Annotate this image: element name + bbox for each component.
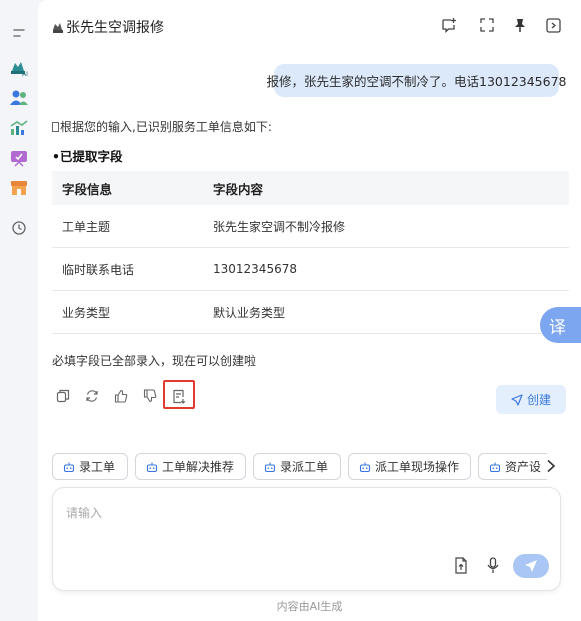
quick-action-chip[interactable]: 录工单	[52, 453, 128, 480]
regenerate-icon[interactable]	[83, 387, 101, 405]
quick-action-label: 工单解决推荐	[162, 460, 235, 474]
message-input-placeholder[interactable]: 请输入	[66, 504, 102, 521]
create-button[interactable]: 创建	[496, 385, 566, 414]
presentation-icon[interactable]	[8, 147, 30, 169]
field-name: 业务类型	[62, 305, 111, 320]
save-note-icon[interactable]	[170, 387, 188, 405]
svg-text:AI: AI	[22, 71, 28, 77]
fields-table: 字段信息 字段内容 工单主题 张先生家空调不制冷报修 临时联系电话 130123…	[52, 171, 569, 334]
placeholder-glyph-icon	[52, 122, 59, 132]
upload-file-icon[interactable]	[451, 554, 471, 576]
table-row: 工单主题 张先生家空调不制冷报修	[52, 205, 569, 248]
robot-icon	[359, 461, 371, 473]
thumbs-up-icon[interactable]	[112, 387, 130, 405]
chat-panel: 张先生空调报修 报修，张先生家的空调不制冷了。电话13012345678 根据您…	[38, 0, 581, 621]
extracted-fields-heading: •已提取字段	[52, 149, 123, 164]
quick-action-label: 录工单	[79, 460, 116, 474]
table-row: 临时联系电话 13012345678	[52, 248, 569, 291]
contacts-icon[interactable]	[8, 87, 30, 109]
title-logo-icon	[52, 21, 66, 38]
statistics-icon[interactable]	[8, 117, 30, 139]
new-chat-icon[interactable]	[440, 16, 458, 34]
microphone-icon[interactable]	[483, 554, 503, 576]
history-icon[interactable]	[8, 217, 30, 239]
sidebar: AI	[0, 0, 38, 621]
user-message-bubble: 报修，张先生家的空调不制冷了。电话13012345678	[267, 64, 567, 97]
robot-icon	[489, 461, 501, 473]
header-field-info: 字段信息	[62, 181, 113, 197]
collapse-panel-icon[interactable]	[544, 16, 562, 34]
message-input-box[interactable]: 请输入	[52, 487, 561, 591]
ai-disclaimer: 内容由AI生成	[276, 600, 343, 613]
assistant-intro-text: 根据您的输入,已识别服务工单信息如下:	[60, 120, 272, 134]
quick-action-chip[interactable]: 资产设	[478, 453, 547, 480]
quick-action-chip[interactable]: 录派工单	[253, 453, 341, 480]
field-name: 工单主题	[62, 219, 111, 234]
robot-icon	[264, 461, 276, 473]
send-arrow-icon	[511, 393, 523, 406]
translate-button[interactable]: 译	[540, 307, 581, 343]
quick-action-chip[interactable]: 派工单现场操作	[348, 453, 471, 480]
field-value: 13012345678	[213, 262, 297, 276]
quick-action-label: 资产设	[505, 460, 542, 474]
header-field-content: 字段内容	[213, 181, 264, 197]
fullscreen-icon[interactable]	[478, 16, 496, 34]
field-value: 张先生家空调不制冷报修	[213, 219, 346, 234]
assistant-intro: 根据您的输入,已识别服务工单信息如下:	[52, 118, 272, 135]
ai-assistant-icon[interactable]: AI	[8, 57, 30, 79]
table-header: 字段信息 字段内容	[52, 171, 569, 205]
quick-action-chip[interactable]: 工单解决推荐	[135, 453, 246, 480]
quick-actions: 录工单 工单解决推荐 录派工单 派工单现场操作 资产设	[52, 453, 547, 480]
robot-icon	[63, 461, 75, 473]
robot-icon	[146, 461, 158, 473]
page-title: 张先生空调报修	[52, 17, 164, 38]
pin-icon[interactable]	[511, 16, 529, 34]
title-text: 张先生空调报修	[66, 20, 164, 36]
field-name: 临时联系电话	[62, 262, 135, 277]
quick-action-label: 录派工单	[280, 460, 329, 474]
completion-note: 必填字段已全部录入，现在可以创建啦	[52, 354, 257, 368]
quick-action-label: 派工单现场操作	[375, 460, 460, 474]
table-row: 业务类型 默认业务类型	[52, 291, 569, 334]
send-button[interactable]	[513, 554, 549, 578]
chevron-right-icon[interactable]	[542, 456, 560, 476]
copy-icon[interactable]	[54, 387, 72, 405]
menu-toggle-icon[interactable]	[8, 22, 30, 44]
create-label: 创建	[526, 393, 551, 407]
field-value: 默认业务类型	[213, 305, 286, 320]
store-icon[interactable]	[8, 177, 30, 199]
thumbs-down-icon[interactable]	[141, 387, 159, 405]
